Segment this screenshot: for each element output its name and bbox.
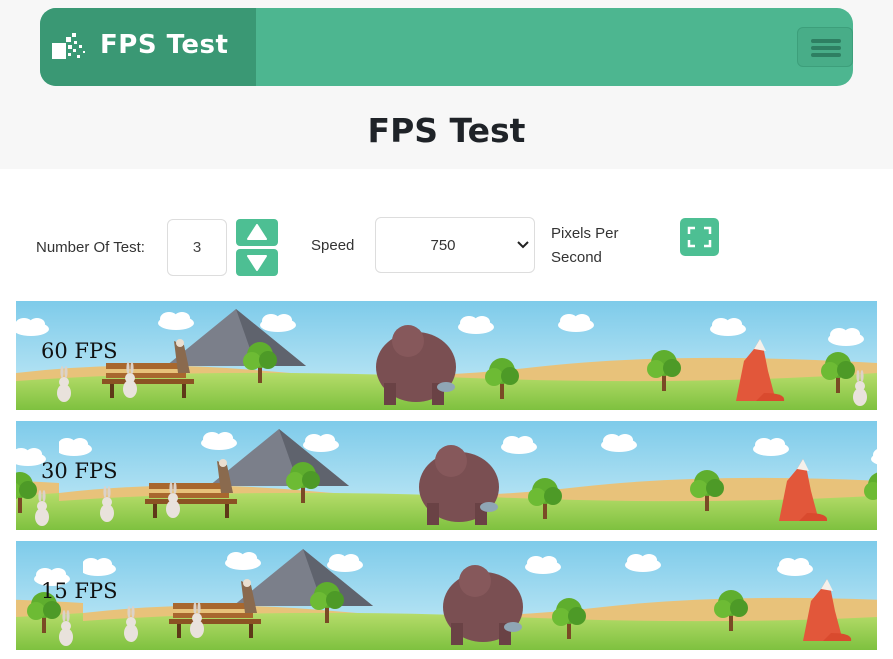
fps-lane-30: 30 FPS — [16, 421, 877, 530]
fps-lane-60: 60 FPS — [16, 301, 877, 410]
fps-label: 15 FPS — [41, 579, 118, 603]
page-title: FPS Test — [367, 111, 526, 150]
triangle-down-icon — [247, 255, 267, 271]
triangle-up-icon — [247, 224, 267, 240]
fps-label: 60 FPS — [41, 339, 118, 363]
navbar: FPS Test — [40, 8, 853, 86]
speed-value: 750 — [430, 237, 456, 254]
fullscreen-button[interactable] — [680, 218, 719, 256]
lane-scene-15 — [16, 541, 877, 650]
pixel-logo-icon — [52, 33, 85, 59]
pixels-per-second-label-line2: Second — [551, 249, 602, 266]
increment-button[interactable] — [236, 219, 278, 246]
menu-button[interactable] — [797, 27, 853, 67]
fullscreen-icon — [687, 226, 712, 248]
chevron-down-icon — [517, 241, 529, 249]
number-of-test-label: Number Of Test: — [36, 239, 145, 256]
fps-label: 30 FPS — [41, 459, 118, 483]
speed-label: Speed — [311, 237, 355, 254]
pixels-per-second-label-line1: Pixels Per — [551, 225, 619, 242]
page-header: FPS Test FPS Test — [0, 0, 893, 169]
brand-name: FPS Test — [100, 30, 229, 60]
number-of-test-input[interactable] — [167, 219, 227, 276]
decrement-button[interactable] — [236, 249, 278, 276]
lane-scene-30 — [16, 421, 877, 530]
brand[interactable]: FPS Test — [40, 8, 256, 86]
lane-scene-60 — [16, 301, 877, 410]
fps-lane-15: 15 FPS — [16, 541, 877, 650]
speed-select[interactable]: 750 — [375, 217, 535, 273]
hamburger-menu-icon — [811, 39, 841, 43]
